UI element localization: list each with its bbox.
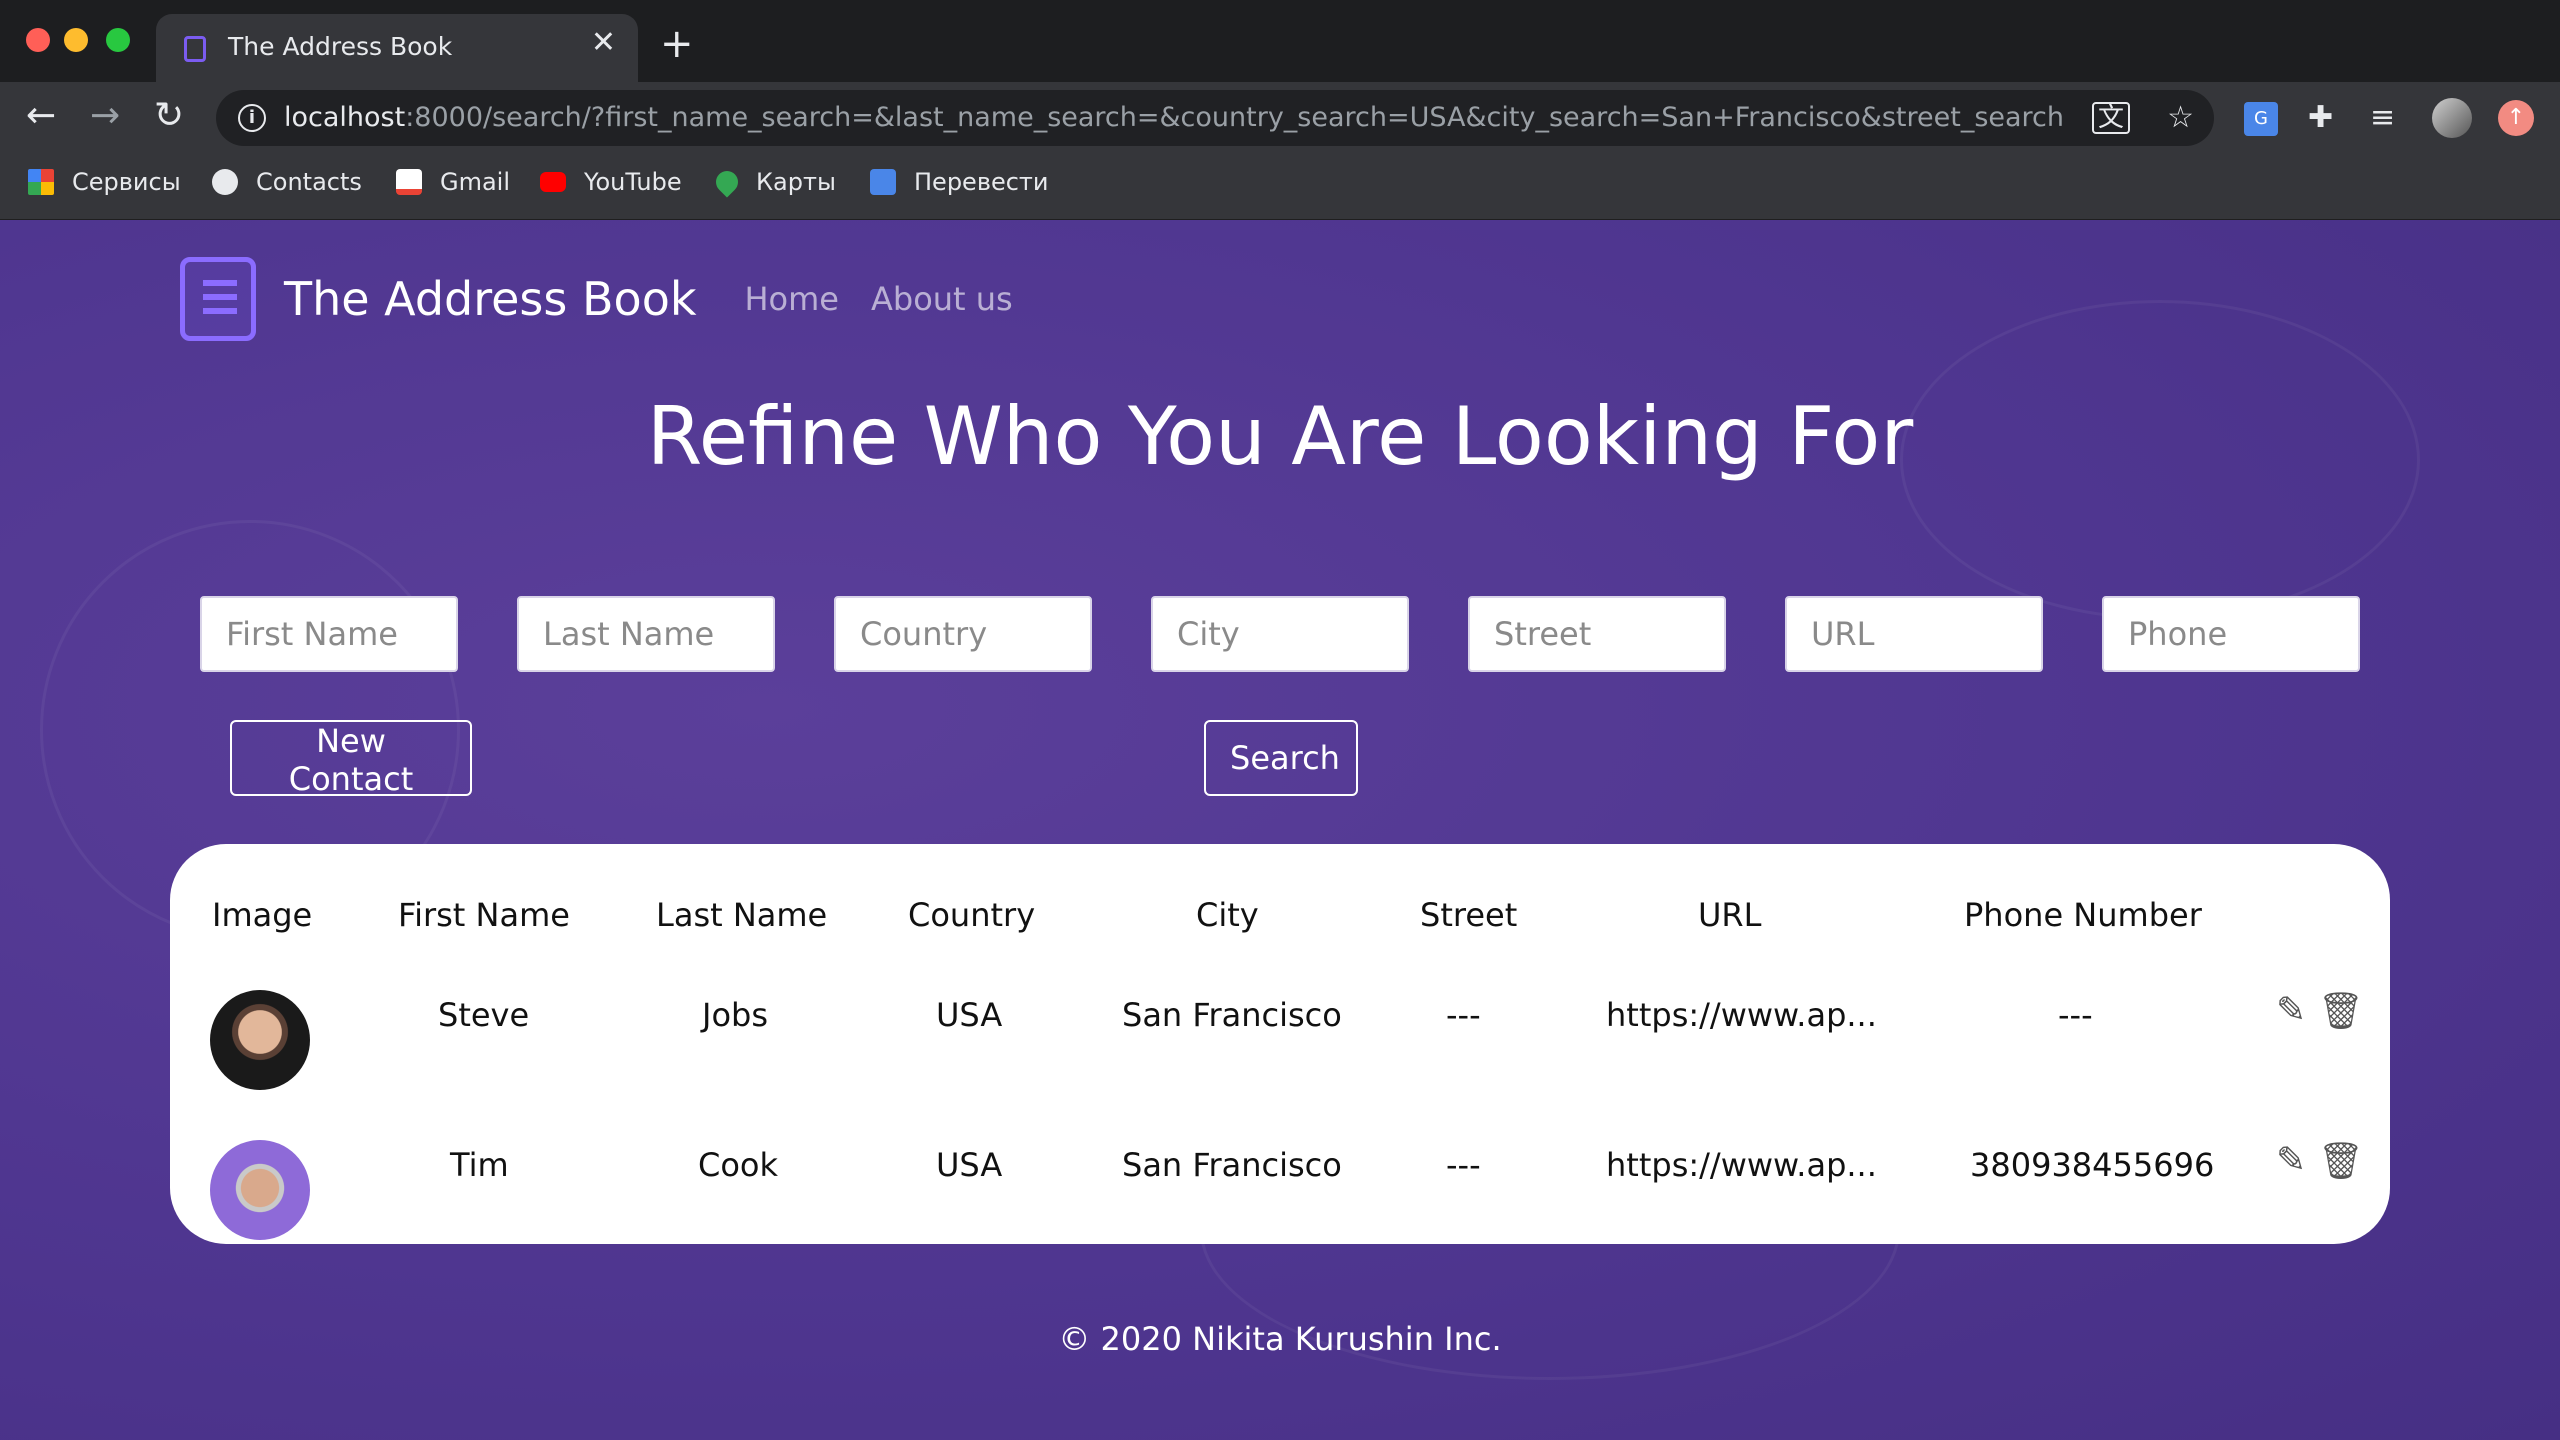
address-book-favicon-icon: [184, 36, 206, 62]
column-header-city: City: [1196, 896, 1259, 934]
maximize-window-button[interactable]: [106, 28, 130, 52]
edit-pencil-icon[interactable]: ✎: [2276, 990, 2306, 1031]
cell-first-name: Tim: [450, 1146, 509, 1184]
cell-city: San Francisco: [1122, 996, 1342, 1034]
phone-filter-input[interactable]: [2102, 596, 2360, 672]
new-tab-button[interactable]: +: [660, 24, 694, 64]
maps-pin-icon: [711, 166, 743, 198]
cell-phone: ---: [2058, 996, 2093, 1034]
cell-city: San Francisco: [1122, 1146, 1342, 1184]
last-name-filter-input[interactable]: [517, 596, 775, 672]
tab-title: The Address Book: [228, 32, 453, 61]
contacts-table: Image First Name Last Name Country City …: [170, 844, 2390, 1244]
column-header-image: Image: [212, 896, 313, 934]
gmail-icon: [396, 169, 422, 195]
translate-icon: [870, 169, 896, 195]
close-tab-icon[interactable]: ✕: [591, 28, 616, 58]
contact-avatar: [210, 990, 310, 1090]
cell-street: ---: [1446, 996, 1481, 1034]
bookmark-services[interactable]: Сервисы: [28, 168, 181, 196]
first-name-filter-input[interactable]: [200, 596, 458, 672]
globe-icon: [212, 169, 238, 195]
column-header-street: Street: [1420, 896, 1518, 934]
contact-avatar: [210, 1140, 310, 1240]
cell-first-name: Steve: [438, 996, 530, 1034]
bookmark-contacts[interactable]: Contacts: [212, 168, 362, 196]
media-control-icon[interactable]: ≡: [2370, 100, 2395, 136]
footer-copyright: © 2020 Nikita Kurushin Inc.: [1058, 1320, 1502, 1358]
column-header-country: Country: [908, 896, 1036, 934]
bookmark-star-icon[interactable]: ☆: [2167, 100, 2194, 135]
brand-title[interactable]: The Address Book: [284, 272, 696, 326]
translate-page-icon[interactable]: 文: [2091, 102, 2130, 134]
bookmark-maps[interactable]: Карты: [711, 166, 836, 198]
minimize-window-button[interactable]: [64, 28, 88, 52]
city-filter-input[interactable]: [1151, 596, 1409, 672]
forward-arrow-icon[interactable]: →: [90, 96, 120, 136]
extensions-puzzle-icon[interactable]: ✚: [2308, 100, 2333, 136]
update-chrome-icon[interactable]: ↑: [2498, 100, 2534, 136]
address-bar[interactable]: i localhost:8000/search/?first_name_sear…: [216, 90, 2214, 146]
search-button[interactable]: Search: [1204, 720, 1358, 796]
site-navbar: The Address Book Home About us: [180, 254, 1013, 344]
url-path: :8000/search/?first_name_search=&last_na…: [405, 102, 2064, 133]
bookmark-youtube[interactable]: YouTube: [540, 168, 682, 196]
cell-last-name: Jobs: [702, 996, 768, 1034]
cell-url[interactable]: https://www.ap...: [1606, 1146, 1877, 1184]
google-translate-extension-icon[interactable]: G: [2244, 102, 2278, 136]
profile-avatar[interactable]: [2432, 98, 2472, 138]
browser-tab[interactable]: The Address Book ✕: [156, 14, 638, 82]
page-headline: Refine Who You Are Looking For: [646, 390, 1914, 483]
cell-country: USA: [936, 1146, 1003, 1184]
delete-trash-icon[interactable]: 🗑: [2318, 990, 2364, 1032]
apps-grid-icon: [28, 169, 54, 195]
page-content: The Address Book Home About us Refine Wh…: [0, 220, 2560, 1440]
bookmark-translate[interactable]: Перевести: [870, 168, 1049, 196]
edit-pencil-icon[interactable]: ✎: [2276, 1140, 2306, 1181]
browser-tab-strip: The Address Book ✕ +: [0, 0, 2560, 82]
cell-country: USA: [936, 996, 1003, 1034]
bookmarks-bar: Сервисы Contacts Gmail YouTube Карты Пер…: [0, 156, 2560, 220]
youtube-icon: [540, 172, 566, 192]
country-filter-input[interactable]: [834, 596, 1092, 672]
column-header-phone: Phone Number: [1964, 896, 2202, 934]
back-arrow-icon[interactable]: ←: [26, 96, 56, 136]
cell-street: ---: [1446, 1146, 1481, 1184]
nav-about-link[interactable]: About us: [871, 280, 1013, 318]
bookmark-gmail[interactable]: Gmail: [396, 168, 510, 196]
url-text[interactable]: localhost:8000/search/?first_name_search…: [284, 102, 2064, 133]
new-contact-button[interactable]: New Contact: [230, 720, 472, 798]
close-window-button[interactable]: [26, 28, 50, 52]
browser-toolbar: ← → ↻ i localhost:8000/search/?first_nam…: [0, 82, 2560, 156]
cell-last-name: Cook: [698, 1146, 779, 1184]
cell-url[interactable]: https://www.ap...: [1606, 996, 1877, 1034]
cell-phone: 380938455696: [1970, 1146, 2215, 1184]
column-header-url: URL: [1698, 896, 1762, 934]
column-header-last-name: Last Name: [656, 896, 828, 934]
url-host: localhost: [284, 102, 406, 133]
site-info-icon[interactable]: i: [238, 104, 266, 132]
address-book-logo-icon[interactable]: [180, 257, 256, 341]
url-filter-input[interactable]: [1785, 596, 2043, 672]
street-filter-input[interactable]: [1468, 596, 1726, 672]
reload-icon[interactable]: ↻: [154, 96, 184, 136]
column-header-first-name: First Name: [398, 896, 570, 934]
delete-trash-icon[interactable]: 🗑: [2318, 1140, 2364, 1182]
nav-home-link[interactable]: Home: [744, 280, 839, 318]
